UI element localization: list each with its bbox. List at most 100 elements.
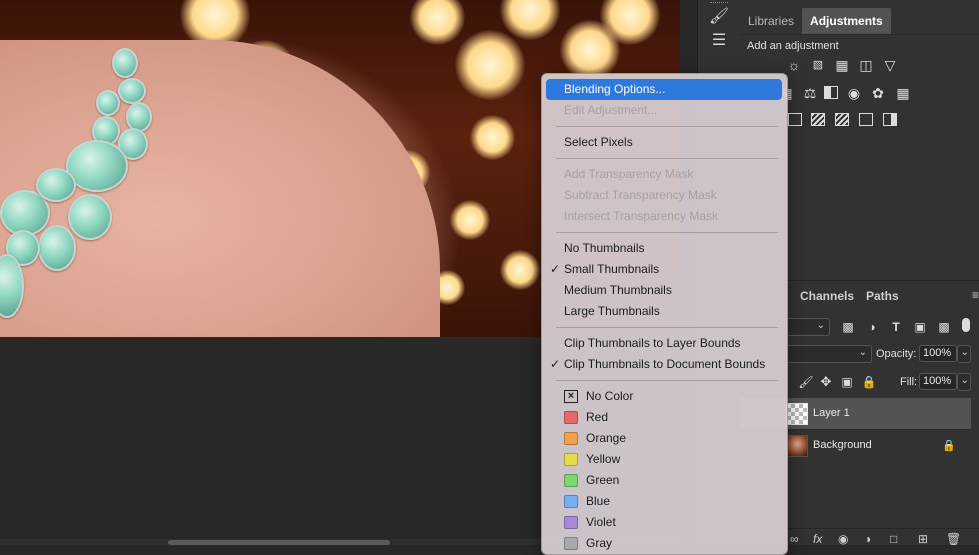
necklace-gem <box>68 194 112 240</box>
menu-separator <box>556 126 778 127</box>
opacity-dropdown[interactable]: ⌄ <box>957 345 971 363</box>
tab-channels[interactable]: Channels <box>800 289 854 303</box>
color-swatch <box>564 453 578 466</box>
add-mask-icon[interactable]: ◉ <box>838 532 848 546</box>
bokeh-light <box>500 0 560 40</box>
color-lookup-icon[interactable]: ▦ <box>895 85 911 101</box>
menu-item-label: No Color <box>586 389 634 403</box>
menu-item-label: Clip Thumbnails to Document Bounds <box>564 357 766 371</box>
menu-item-select-pixels[interactable]: Select Pixels <box>546 132 782 153</box>
menu-separator <box>556 232 778 233</box>
menu-item-clip-to-document-bounds[interactable]: ✓ Clip Thumbnails to Document Bounds <box>546 354 782 375</box>
color-swatch <box>564 432 578 445</box>
threshold-icon[interactable] <box>835 113 849 126</box>
link-layers-icon[interactable]: ∞ <box>790 532 799 546</box>
tab-libraries[interactable]: Libraries <box>740 8 802 34</box>
layer-thumbnail <box>786 435 808 457</box>
scrollbar-thumb[interactable] <box>168 540 390 545</box>
selective-color-icon[interactable] <box>883 113 897 126</box>
menu-item-blending-options[interactable]: Blending Options... <box>546 79 782 100</box>
lock-position-icon[interactable]: ✥ <box>818 374 834 390</box>
menu-item-label: Small Thumbnails <box>564 262 660 276</box>
menu-item-label: Orange <box>586 431 627 445</box>
filter-pixel-icon[interactable]: ▩ <box>840 319 856 335</box>
menu-item-intersect-transparency-mask: Intersect Transparency Mask <box>564 209 719 223</box>
checkmark-icon: ✓ <box>550 357 561 371</box>
menu-item-color-gray[interactable]: Gray <box>546 533 782 554</box>
channel-mixer-icon[interactable]: ✿ <box>870 85 886 101</box>
blend-mode-select[interactable]: ⌄ <box>786 345 872 363</box>
photo-filter-icon[interactable]: ◉ <box>846 85 862 101</box>
lock-all-icon[interactable]: 🔒 <box>861 374 877 390</box>
posterize-icon[interactable] <box>811 113 825 126</box>
brightness-contrast-icon[interactable]: ☼ <box>786 57 802 73</box>
adjustments-title: Add an adjustment <box>747 40 839 52</box>
no-color-icon: × <box>564 390 578 403</box>
menu-item-medium-thumbnails[interactable]: Medium Thumbnails <box>546 280 782 301</box>
menu-item-label: Gray <box>586 536 613 550</box>
menu-item-color-green[interactable]: Green <box>546 470 782 491</box>
lock-pixels-icon[interactable]: 🖌 <box>798 374 814 390</box>
gradient-map-icon[interactable] <box>859 113 873 126</box>
layer-thumbnail <box>786 403 808 425</box>
menu-item-small-thumbnails[interactable]: ✓ Small Thumbnails <box>546 259 782 280</box>
menu-item-no-thumbnails[interactable]: No Thumbnails <box>546 238 782 259</box>
fill-input[interactable]: 100% <box>919 373 957 390</box>
lock-icon[interactable]: 🔒 <box>941 438 957 454</box>
filter-type-icon[interactable]: T <box>888 319 904 335</box>
fill-dropdown[interactable]: ⌄ <box>957 373 971 391</box>
necklace-gem <box>36 168 76 202</box>
checkmark-icon: ✓ <box>550 262 561 276</box>
menu-item-label: Yellow <box>586 452 621 466</box>
menu-item-label: Blue <box>586 494 611 508</box>
new-adjustment-icon[interactable]: ◑ <box>864 532 871 546</box>
levels-icon[interactable]: ▧ <box>810 57 826 73</box>
layer-filter-select[interactable]: ⌄ <box>786 318 830 336</box>
menu-item-label: Green <box>586 473 620 487</box>
new-layer-icon[interactable]: ⊞ <box>918 532 928 546</box>
vibrance-icon[interactable]: ▽ <box>882 57 898 73</box>
opacity-label: Opacity: <box>876 348 917 360</box>
lock-artboard-icon[interactable]: ▣ <box>839 374 855 390</box>
menu-item-color-orange[interactable]: Orange <box>546 428 782 449</box>
filter-adjustment-icon[interactable]: ◑ <box>864 319 880 335</box>
menu-item-color-none[interactable]: × No Color <box>546 386 782 407</box>
layer-style-icon[interactable]: fx <box>813 532 822 546</box>
layer-name[interactable]: Layer 1 <box>813 407 850 419</box>
filter-toggle[interactable] <box>962 318 970 332</box>
new-group-icon[interactable]: □ <box>890 532 897 546</box>
menu-separator <box>556 158 778 159</box>
filter-shape-icon[interactable]: ▣ <box>912 319 928 335</box>
delete-layer-icon[interactable]: 🗑 <box>946 532 961 546</box>
necklace-gem <box>118 78 146 104</box>
black-white-icon[interactable] <box>824 86 838 99</box>
color-balance-icon[interactable]: ⚖ <box>802 85 818 101</box>
menu-item-large-thumbnails[interactable]: Large Thumbnails <box>546 301 782 322</box>
tab-adjustments[interactable]: Adjustments <box>802 8 891 34</box>
menu-item-color-red[interactable]: Red <box>546 407 782 428</box>
menu-item-clip-to-layer-bounds[interactable]: Clip Thumbnails to Layer Bounds <box>546 333 782 354</box>
color-swatch <box>564 516 578 529</box>
invert-icon[interactable] <box>788 113 802 126</box>
menu-item-label: Violet <box>586 515 616 529</box>
layer-name[interactable]: Background <box>813 439 872 451</box>
sliders-icon[interactable]: ☰ <box>706 30 732 52</box>
tab-paths[interactable]: Paths <box>866 289 899 303</box>
menu-item-subtract-transparency-mask: Subtract Transparency Mask <box>564 188 717 202</box>
exposure-icon[interactable]: ◫ <box>858 57 874 73</box>
fill-label: Fill: <box>900 376 918 388</box>
opacity-input[interactable]: 100% <box>919 345 957 362</box>
filter-smart-object-icon[interactable]: ▩ <box>936 319 952 335</box>
panel-menu-icon[interactable]: ≡ <box>972 288 979 302</box>
brush-settings-icon[interactable]: 🖌 <box>706 6 732 28</box>
color-swatch <box>564 537 578 550</box>
bokeh-light <box>500 250 540 290</box>
menu-item-label: Red <box>586 410 609 424</box>
menu-separator <box>556 327 778 328</box>
menu-item-color-blue[interactable]: Blue <box>546 491 782 512</box>
necklace-gem <box>38 225 76 271</box>
menu-item-color-yellow[interactable]: Yellow <box>546 449 782 470</box>
color-swatch <box>564 411 578 424</box>
menu-item-color-violet[interactable]: Violet <box>546 512 782 533</box>
curves-icon[interactable]: ▦ <box>834 57 850 73</box>
